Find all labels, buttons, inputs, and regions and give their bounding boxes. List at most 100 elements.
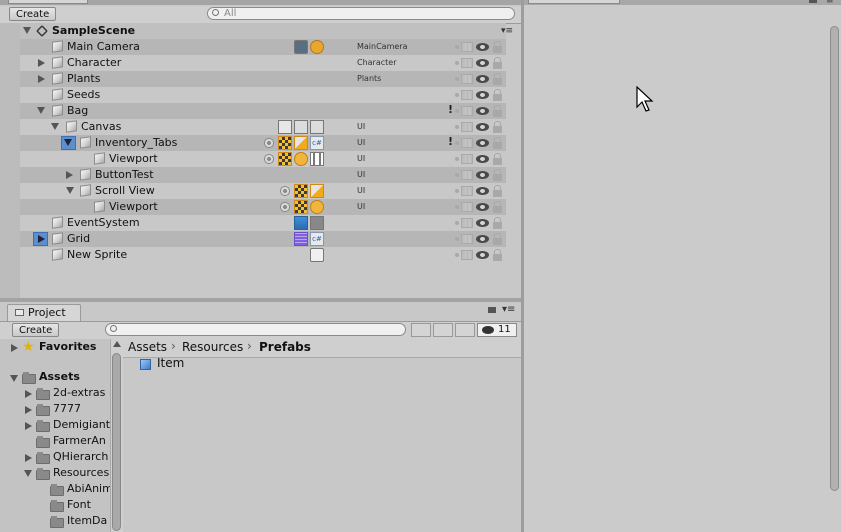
hierarchy-row[interactable]: New Sprite [0, 247, 506, 263]
folder-label[interactable]: AbiAnim [67, 482, 113, 495]
hierarchy-search-input[interactable]: All [207, 7, 515, 20]
grid-toggle-icon[interactable] [461, 74, 473, 84]
chevron-down-icon[interactable] [64, 139, 72, 146]
lock-icon[interactable] [493, 185, 502, 197]
chevron-down-icon[interactable] [10, 375, 18, 382]
assets-label[interactable]: Assets [39, 370, 80, 383]
eye-icon[interactable] [476, 171, 489, 179]
lock-icon[interactable] [493, 73, 502, 85]
grid-toggle-icon[interactable] [461, 202, 473, 212]
folder-label[interactable]: FarmerAn [53, 434, 106, 447]
folder-label[interactable]: ItemDa [67, 514, 107, 527]
eye-icon[interactable] [476, 139, 489, 147]
label-icon[interactable] [433, 323, 453, 337]
hierarchy-row[interactable]: Main Camera MainCamera [0, 39, 506, 55]
eye-icon[interactable] [476, 219, 489, 227]
lock-icon[interactable] [493, 153, 502, 165]
grid-toggle-icon[interactable] [461, 122, 473, 132]
grid-toggle-icon[interactable] [461, 106, 473, 116]
lock-icon[interactable] [493, 217, 502, 229]
folder-label[interactable]: QHierarch [53, 450, 108, 463]
menu-icon[interactable]: ▾≡ [502, 304, 515, 315]
hidden-count-badge[interactable]: 11 [477, 323, 517, 337]
lock-icon[interactable] [493, 169, 502, 181]
grid-toggle-icon[interactable] [461, 154, 473, 164]
eye-icon[interactable] [476, 123, 489, 131]
chevron-down-icon[interactable] [51, 123, 59, 130]
menu-icon[interactable]: ▾≡ [501, 26, 513, 36]
chevron-down-icon[interactable] [24, 470, 32, 477]
eye-icon[interactable] [476, 107, 489, 115]
lock-icon[interactable] [493, 137, 502, 149]
filter-type-icon[interactable] [411, 323, 431, 337]
hierarchy-row[interactable]: Inventory_Tabs c# UI ! [0, 135, 506, 151]
lock-icon[interactable] [493, 105, 502, 117]
project-tab[interactable]: Project [7, 304, 81, 321]
chevron-right-icon[interactable] [38, 235, 45, 243]
hierarchy-tab[interactable] [8, 0, 88, 4]
breadcrumb-item[interactable]: Prefabs [259, 340, 311, 354]
chevron-right-icon[interactable] [25, 422, 32, 430]
lock-icon[interactable] [493, 89, 502, 101]
hierarchy-row[interactable]: Canvas UI [0, 119, 506, 135]
lock-icon[interactable] [488, 307, 496, 313]
grid-toggle-icon[interactable] [461, 42, 473, 52]
folder-label[interactable]: Resources [53, 466, 109, 479]
breadcrumb-item[interactable]: Resources [182, 340, 243, 354]
lock-icon[interactable] [493, 41, 502, 53]
chevron-down-icon[interactable] [66, 187, 74, 194]
chevron-down-icon[interactable] [37, 107, 45, 114]
grid-toggle-icon[interactable] [461, 186, 473, 196]
favorite-icon[interactable] [455, 323, 475, 337]
chevron-right-icon[interactable] [66, 171, 73, 179]
folder-label[interactable]: 7777 [53, 402, 81, 415]
lock-icon[interactable] [493, 201, 502, 213]
eye-icon[interactable] [476, 43, 489, 51]
lock-icon[interactable] [493, 57, 502, 69]
create-button[interactable]: Create [12, 323, 60, 337]
lock-icon[interactable] [809, 0, 817, 3]
chevron-down-icon[interactable] [23, 27, 31, 34]
eye-icon[interactable] [476, 91, 489, 99]
scene-row[interactable]: SampleScene ▾≡ [0, 23, 513, 39]
grid-toggle-icon[interactable] [461, 250, 473, 260]
breadcrumb-item[interactable]: Assets [128, 340, 167, 354]
chevron-right-icon[interactable] [25, 406, 32, 414]
grid-toggle-icon[interactable] [461, 218, 473, 228]
hierarchy-row[interactable]: Character Character [0, 55, 506, 71]
chevron-right-icon[interactable] [38, 75, 45, 83]
grid-toggle-icon[interactable] [461, 234, 473, 244]
lock-icon[interactable] [493, 121, 502, 133]
hierarchy-row[interactable]: EventSystem [0, 215, 506, 231]
project-search-input[interactable] [105, 323, 406, 336]
grid-toggle-icon[interactable] [461, 90, 473, 100]
eye-icon[interactable] [476, 251, 489, 259]
folder-label[interactable]: 2d-extras [53, 386, 105, 399]
hierarchy-row[interactable]: Scroll View UI [0, 183, 506, 199]
grid-toggle-icon[interactable] [461, 170, 473, 180]
hierarchy-row[interactable]: Seeds [0, 87, 506, 103]
eye-icon[interactable] [476, 59, 489, 67]
eye-icon[interactable] [476, 235, 489, 243]
eye-icon[interactable] [476, 155, 489, 163]
folder-label[interactable]: Demigiant [53, 418, 110, 431]
inspector-scrollbar[interactable] [830, 26, 839, 491]
hierarchy-row[interactable]: Viewport UI [0, 151, 506, 167]
lock-icon[interactable] [493, 233, 502, 245]
chevron-right-icon[interactable] [25, 454, 32, 462]
grid-toggle-icon[interactable] [461, 138, 473, 148]
grid-toggle-icon[interactable] [461, 58, 473, 68]
hierarchy-row[interactable]: Bag ! [0, 103, 506, 119]
menu-icon[interactable]: ≡ [826, 0, 834, 6]
create-button[interactable]: Create [9, 7, 57, 21]
eye-icon[interactable] [476, 203, 489, 211]
scrollbar-thumb[interactable] [112, 353, 121, 531]
chevron-right-icon[interactable] [38, 59, 45, 67]
hierarchy-row[interactable]: Grid c# [0, 231, 506, 247]
scroll-up-icon[interactable] [113, 341, 121, 347]
hierarchy-row[interactable]: Plants Plants [0, 71, 506, 87]
folder-tree-scrollbar[interactable] [110, 339, 123, 532]
eye-icon[interactable] [476, 187, 489, 195]
hierarchy-row[interactable]: ButtonTest UI [0, 167, 506, 183]
favorites-label[interactable]: Favorites [39, 340, 96, 353]
